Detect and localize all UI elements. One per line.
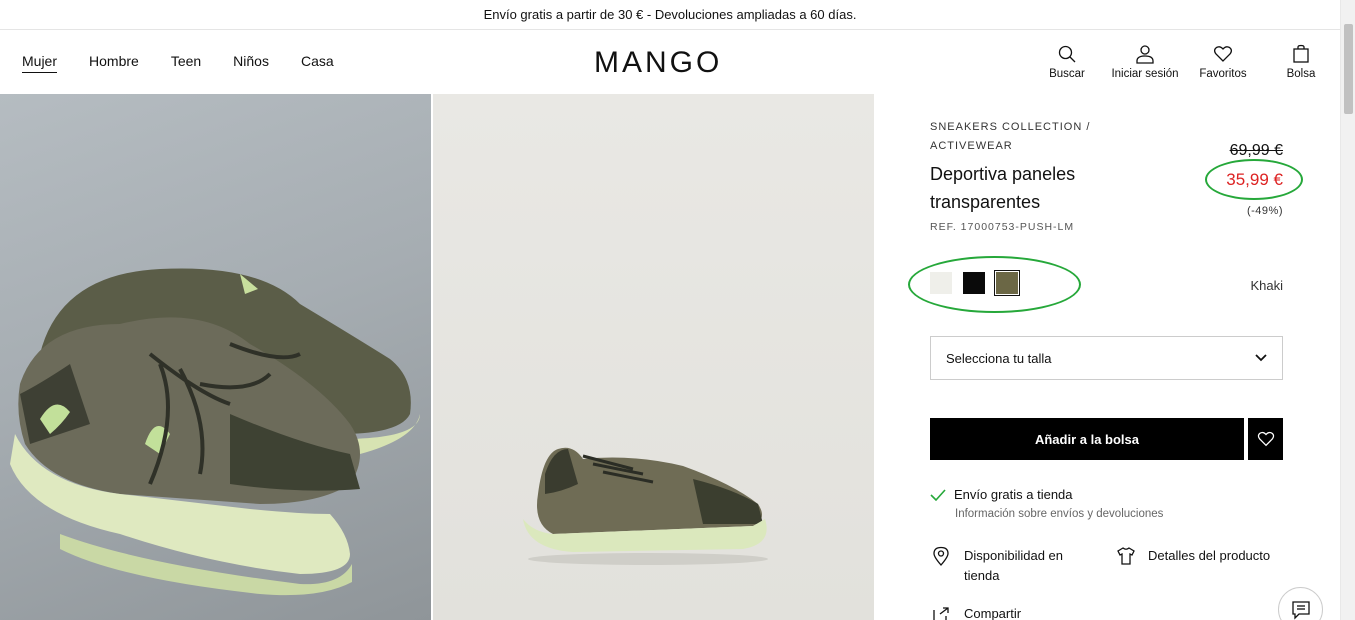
shipping-label: Envío gratis a tienda xyxy=(954,487,1073,502)
promo-banner: Envío gratis a partir de 30 € - Devoluci… xyxy=(0,0,1340,30)
nav-item-ninos[interactable]: Niños xyxy=(233,53,269,73)
sneakers-closeup-image xyxy=(10,268,420,596)
shipping-returns-link[interactable]: Información sobre envíos y devoluciones xyxy=(955,508,1163,520)
nav-item-hombre[interactable]: Hombre xyxy=(89,53,139,73)
original-price: 69,99 € xyxy=(1229,142,1283,159)
add-to-bag-label: Añadir a la bolsa xyxy=(1034,431,1140,447)
sneaker-side-image xyxy=(523,447,768,565)
favorites-button[interactable]: Favoritos xyxy=(1184,44,1262,80)
share-button[interactable]: Compartir xyxy=(932,606,1021,620)
bag-label: Bolsa xyxy=(1286,68,1316,80)
brand-logo[interactable]: MANGO xyxy=(594,46,722,80)
promo-text: Envío gratis a partir de 30 € - Devoluci… xyxy=(483,7,857,22)
heart-icon xyxy=(1257,431,1274,447)
scrollbar-thumb[interactable] xyxy=(1344,24,1353,114)
bag-button[interactable]: Bolsa xyxy=(1262,44,1340,80)
main-nav: Mujer Hombre Teen Niños Casa xyxy=(22,53,366,73)
shipping-info: Envío gratis a tienda xyxy=(930,487,1073,502)
product-title: Deportiva paneles transparentes xyxy=(930,164,1076,212)
nav-item-teen[interactable]: Teen xyxy=(171,53,201,73)
store-availability-button[interactable]: Disponibilidad en tienda xyxy=(932,546,1084,586)
page-scrollbar[interactable] xyxy=(1340,0,1355,620)
share-label: Compartir xyxy=(964,606,1022,620)
login-label: Iniciar sesión xyxy=(1111,68,1179,80)
header: Mujer Hombre Teen Niños Casa MANGO Busca… xyxy=(0,30,1340,94)
heart-icon xyxy=(1213,46,1233,62)
bag-icon xyxy=(1293,44,1309,63)
search-button[interactable]: Buscar xyxy=(1028,44,1106,80)
size-select[interactable]: Selecciona tu talla xyxy=(930,336,1283,380)
chat-button[interactable] xyxy=(1278,587,1323,620)
discount-badge: (-49%) xyxy=(1246,205,1283,217)
search-label: Buscar xyxy=(1049,68,1085,80)
add-to-bag-button[interactable]: Añadir a la bolsa xyxy=(930,418,1244,460)
product-image-main[interactable] xyxy=(0,94,431,620)
checkmark-icon xyxy=(930,488,946,501)
chevron-down-icon xyxy=(1255,354,1267,362)
price-highlight-circle xyxy=(1205,159,1303,200)
product-ref: REF. 17000753-PUSH-LM xyxy=(930,221,1075,233)
share-icon xyxy=(933,607,949,620)
search-icon xyxy=(1058,45,1076,63)
nav-item-mujer[interactable]: Mujer xyxy=(22,53,58,73)
availability-label: Disponibilidad en tienda xyxy=(964,548,1064,583)
location-pin-icon xyxy=(933,546,949,566)
favorites-label: Favoritos xyxy=(1199,68,1247,80)
product-breadcrumb[interactable]: SNEAKERS COLLECTION / ACTIVEWEAR xyxy=(930,118,1100,156)
size-placeholder: Selecciona tu talla xyxy=(946,350,1052,366)
product-image-side[interactable] xyxy=(433,94,874,620)
nav-item-casa[interactable]: Casa xyxy=(301,53,334,73)
product-details-button[interactable]: Detalles del producto xyxy=(1116,546,1270,566)
user-icon xyxy=(1136,45,1154,64)
tshirt-icon xyxy=(1117,547,1135,565)
add-to-favorites-button[interactable] xyxy=(1248,418,1283,460)
login-button[interactable]: Iniciar sesión xyxy=(1106,44,1184,80)
chat-icon xyxy=(1291,600,1310,620)
swatch-highlight-circle xyxy=(908,256,1081,313)
details-label: Detalles del producto xyxy=(1148,548,1271,563)
header-actions: Buscar Iniciar sesión Favoritos Bolsa xyxy=(1028,44,1340,80)
selected-color-label: Khaki xyxy=(1250,278,1283,293)
